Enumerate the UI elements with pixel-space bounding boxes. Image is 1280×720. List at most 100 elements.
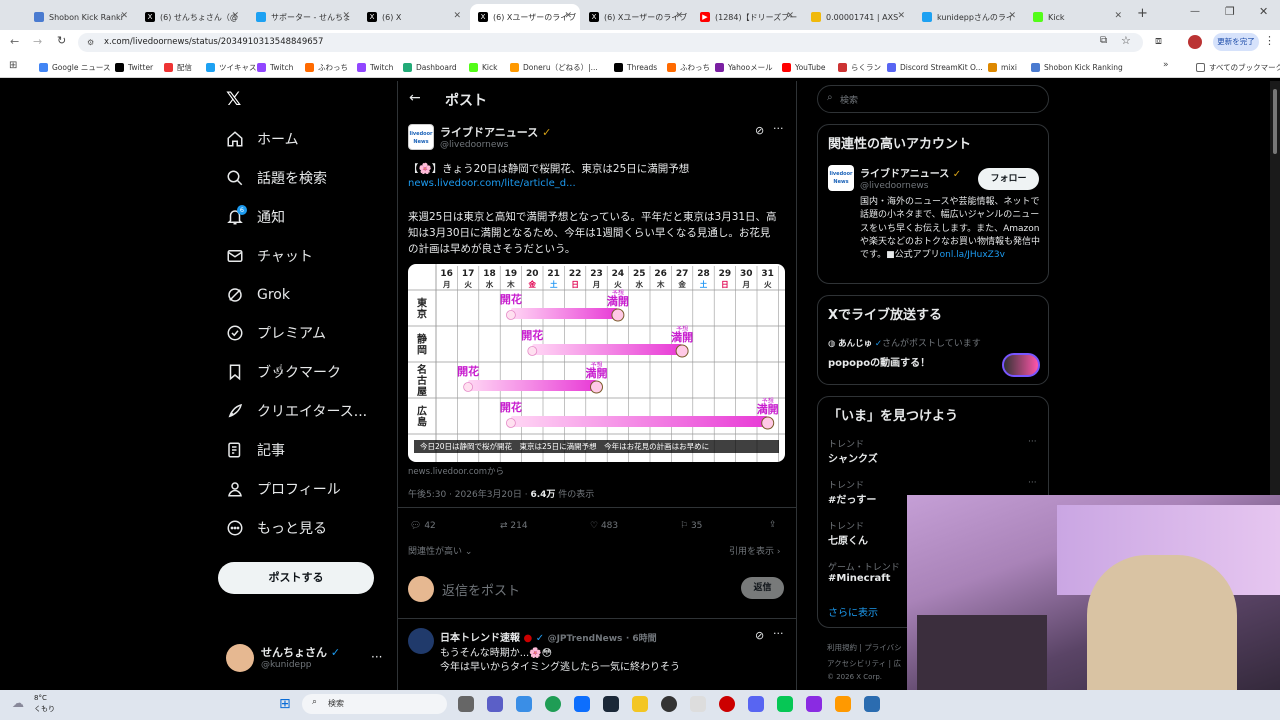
browser-tab[interactable]: kunideppさんのライ ✕ bbox=[914, 4, 1024, 30]
extensions-icon[interactable]: ⧈ bbox=[1155, 34, 1162, 48]
browser-tab[interactable]: Shobon Kick Ranki ✕ bbox=[26, 4, 136, 30]
bookmark-item[interactable]: Twitter bbox=[115, 60, 153, 74]
show-more-link[interactable]: さらに表示 bbox=[828, 604, 878, 619]
bookmark-item[interactable]: Twitch bbox=[257, 60, 293, 74]
browser-tab[interactable]: X (6) Xユーザーのライブ ✕ bbox=[581, 4, 691, 30]
obs-icon[interactable] bbox=[661, 696, 677, 712]
nav-profile[interactable]: プロフィール bbox=[226, 477, 341, 501]
reply-count[interactable]: 💬︎ 42 bbox=[410, 521, 436, 531]
steam-icon[interactable] bbox=[603, 696, 619, 712]
close-window-icon[interactable]: ✕ bbox=[1259, 5, 1268, 18]
trend-item[interactable]: #Minecraft bbox=[828, 573, 890, 584]
post-button[interactable]: ポストする bbox=[218, 562, 374, 594]
profile-avatar[interactable] bbox=[1188, 35, 1202, 49]
post-author[interactable]: ライブドアニュース ✓ bbox=[440, 124, 551, 140]
bookmark-item[interactable]: Threads bbox=[614, 60, 657, 74]
browser-tab-active[interactable]: X (6) Xユーザーのライブ ✕ bbox=[470, 4, 580, 30]
back-icon[interactable]: ← bbox=[10, 35, 19, 48]
site-info-icon[interactable]: ⚙ bbox=[87, 33, 94, 52]
browser-tab[interactable]: 0.00001741 | AXS ✕ bbox=[803, 4, 913, 30]
browser-tab[interactable]: サポーター - せんちょ ✕ bbox=[248, 4, 358, 30]
post-link[interactable]: news.livedoor.com/lite/article_d... bbox=[408, 178, 576, 189]
avatar[interactable] bbox=[226, 644, 254, 672]
grok-icon[interactable]: ⊘ bbox=[755, 629, 764, 642]
forward-icon[interactable]: → bbox=[33, 35, 42, 48]
star-icon[interactable]: ☆ bbox=[1121, 34, 1131, 47]
windows-start-icon[interactable]: ⊞ bbox=[279, 696, 291, 712]
copilot-icon[interactable] bbox=[516, 696, 532, 712]
search-input[interactable]: ⌕ 検索 bbox=[817, 85, 1049, 113]
reply-input[interactable]: 返信をポスト bbox=[442, 580, 520, 599]
bookmark-count[interactable]: ⚐ 35 bbox=[680, 521, 702, 531]
bookmark-item[interactable]: Dashboard bbox=[403, 60, 457, 74]
more-bookmarks-icon[interactable]: » bbox=[1163, 60, 1169, 70]
livedoor-avatar[interactable]: livedoor News bbox=[408, 124, 434, 150]
avatar[interactable] bbox=[408, 628, 434, 654]
discord-icon[interactable] bbox=[748, 696, 764, 712]
bookmark-item[interactable]: Yahooメール bbox=[715, 60, 773, 74]
live-text[interactable]: popopoの動画する！ bbox=[828, 354, 930, 369]
app-icon[interactable] bbox=[835, 696, 851, 712]
minimize-icon[interactable]: — bbox=[1190, 6, 1200, 17]
maximize-icon[interactable]: ❐ bbox=[1225, 5, 1235, 18]
browser-tab[interactable]: ▶ (1284)【ドリーズブー ✕ bbox=[692, 4, 802, 30]
footer-links[interactable]: 利用規約 | プライバシ bbox=[827, 642, 902, 653]
menu-icon[interactable]: ⋮ bbox=[1264, 34, 1275, 47]
like-count[interactable]: ♡ 483 bbox=[590, 521, 618, 531]
bookmark-item[interactable]: ツイキャス bbox=[206, 60, 257, 74]
taskbar-search[interactable]: ⌕ 検索 bbox=[302, 694, 447, 714]
nav-grok[interactable]: Grok bbox=[226, 283, 290, 307]
bookmark-item[interactable]: Google ニュース bbox=[39, 60, 110, 74]
trend-item[interactable]: シャンクズ bbox=[828, 450, 878, 465]
bookmark-item[interactable]: Twitch bbox=[357, 60, 393, 74]
footer-links[interactable]: アクセシビリティ | 広 bbox=[827, 658, 901, 669]
share-icon[interactable]: ⇪ bbox=[769, 520, 777, 530]
nav-more[interactable]: もっと見る bbox=[226, 516, 327, 540]
chrome-icon[interactable] bbox=[545, 696, 561, 712]
trend-item[interactable]: 七原くん bbox=[828, 532, 868, 547]
more-options-icon[interactable]: ··· bbox=[773, 122, 784, 135]
sakura-forecast-image[interactable]: 16 月 17 火 18 水 19 木 20 金 21 土 22 日 23 月 24 火 25 水 26 木 27 金 28 土 2… bbox=[408, 264, 785, 462]
trend-more-icon[interactable]: ··· bbox=[1028, 478, 1037, 488]
update-button[interactable]: 更新を完了 bbox=[1213, 33, 1259, 51]
teams-icon[interactable] bbox=[487, 696, 503, 712]
bio-link[interactable]: onl.la/JHuxZ3v bbox=[940, 250, 1005, 260]
account-name[interactable]: ライブドアニュース ✓ bbox=[860, 165, 961, 180]
bookmark-item[interactable]: Kick bbox=[469, 60, 497, 74]
browser-tab[interactable]: X (6) X ✕ bbox=[359, 4, 469, 30]
back-arrow-icon[interactable]: ← bbox=[409, 90, 421, 106]
reply-button[interactable]: 返信 bbox=[741, 577, 784, 599]
livedoor-avatar[interactable]: livedoor News bbox=[828, 165, 854, 191]
nav-chat[interactable]: チャット bbox=[226, 244, 313, 268]
bookmark-item[interactable]: ふわっち bbox=[305, 60, 348, 74]
app-icon[interactable] bbox=[719, 696, 735, 712]
account-menu-icon[interactable]: ··· bbox=[371, 650, 382, 664]
bookmark-item[interactable]: ふわっち bbox=[667, 60, 710, 74]
bookmark-item[interactable]: 配信 bbox=[164, 60, 192, 74]
trend-item[interactable]: #だっすー bbox=[828, 491, 876, 506]
live-user[interactable]: ◍ あんじゅ ✓さんがポストしています bbox=[828, 336, 981, 349]
sort-relevance[interactable]: 関連性が高い ⌄ bbox=[408, 544, 472, 557]
live-avatars[interactable] bbox=[1002, 353, 1040, 377]
follow-button[interactable]: フォロー bbox=[978, 168, 1039, 190]
nav-creator-studio[interactable]: クリエイタース... bbox=[226, 399, 367, 423]
url-bar[interactable]: ⚙ x.com/livedoornews/status/203491031354… bbox=[78, 33, 1143, 52]
nav-articles[interactable]: 記事 bbox=[226, 438, 285, 462]
scrollbar-thumb[interactable] bbox=[1273, 89, 1277, 154]
app-icon[interactable] bbox=[806, 696, 822, 712]
all-bookmarks[interactable]: すべてのブックマーク bbox=[1196, 60, 1280, 74]
bookmark-item[interactable]: Discord StreamKit O... bbox=[887, 60, 983, 74]
app-icon[interactable] bbox=[864, 696, 880, 712]
apps-icon[interactable]: ⊞ bbox=[9, 60, 17, 71]
browser-tab[interactable]: X (6) せんちょさん（@ ✕ bbox=[137, 4, 247, 30]
task-view-icon[interactable] bbox=[458, 696, 474, 712]
reload-icon[interactable]: ↻ bbox=[57, 34, 66, 47]
nav-home[interactable]: ホーム bbox=[226, 127, 299, 151]
grok-icon[interactable]: ⊘ bbox=[755, 124, 764, 137]
bookmark-item[interactable]: YouTube bbox=[782, 60, 826, 74]
x-logo-icon[interactable]: 𝕏 bbox=[226, 88, 241, 110]
bookmark-item[interactable]: Shobon Kick Ranking bbox=[1031, 60, 1123, 74]
reply-author[interactable]: 日本トレンド速報 ● ✓ @JPTrendNews · 6時間 bbox=[440, 629, 657, 644]
more-options-icon[interactable]: ··· bbox=[773, 627, 784, 640]
bookmark-item[interactable]: Doneru（どねる）|... bbox=[510, 60, 598, 74]
